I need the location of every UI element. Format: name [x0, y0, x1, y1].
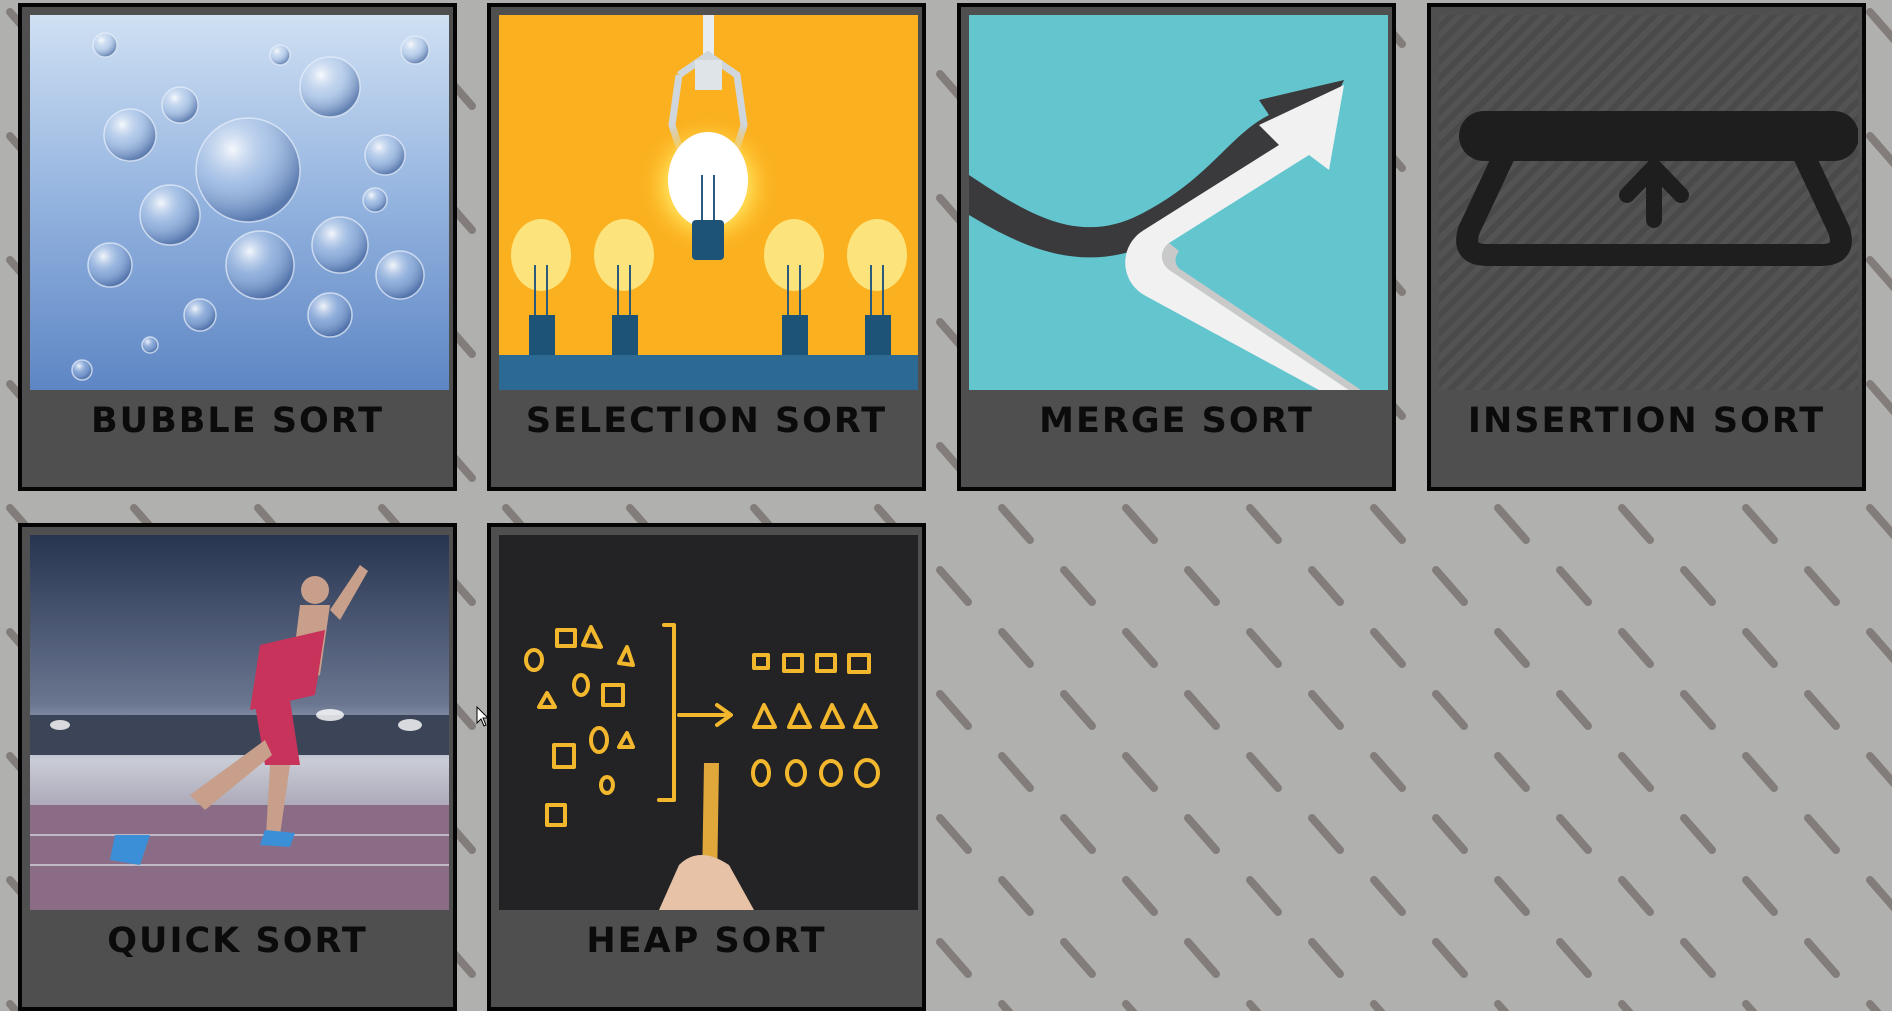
- card-title: SELECTION SORT: [525, 401, 888, 441]
- card-title: INSERTION SORT: [1467, 401, 1826, 441]
- card-title: MERGE SORT: [1039, 401, 1314, 441]
- card-quick-sort[interactable]: QUICK SORT: [18, 523, 457, 1011]
- bubbles-image: [30, 15, 449, 390]
- light-bulbs-claw-image: [499, 15, 918, 390]
- card-title: HEAP SORT: [586, 921, 827, 961]
- card-title: BUBBLE SORT: [90, 401, 385, 441]
- card-heap-sort[interactable]: HEAP SORT: [487, 523, 926, 1011]
- insert-slot-icon: [1439, 15, 1858, 390]
- card-merge-sort[interactable]: MERGE SORT: [957, 3, 1396, 491]
- mouse-cursor-icon: [476, 706, 490, 727]
- sprinter-image: [30, 535, 449, 910]
- card-bubble-sort[interactable]: BUBBLE SORT: [18, 3, 457, 491]
- chalk-shapes-image: [499, 535, 918, 910]
- card-selection-sort[interactable]: SELECTION SORT: [487, 3, 926, 491]
- merging-arrows-image: [969, 15, 1388, 390]
- card-insertion-sort[interactable]: INSERTION SORT: [1427, 3, 1866, 491]
- card-title: QUICK SORT: [107, 921, 368, 961]
